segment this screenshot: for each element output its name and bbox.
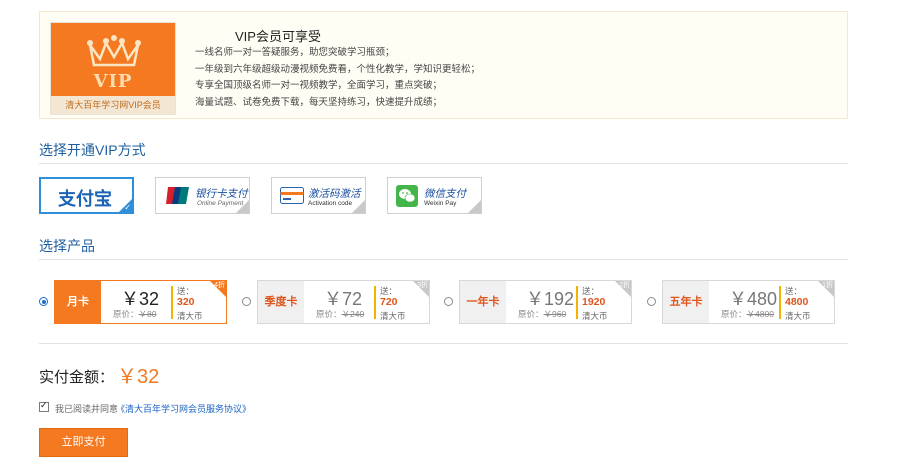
alipay-logo: 支付宝 [58, 189, 112, 210]
vip-banner: VIP 清大百年学习网VIP会员 VIP会员可享受 一线名师一对一答疑服务，助您… [39, 11, 848, 119]
vip-benefits-title: VIP会员可享受 [235, 29, 321, 44]
vip-badge-text: VIP [93, 71, 133, 92]
total-amount: ￥32 [117, 366, 160, 388]
product-radio-five-year[interactable] [647, 297, 656, 306]
wechat-sublabel: Weixin Pay [424, 200, 457, 207]
product-radio-quarter[interactable] [242, 297, 251, 306]
unselected-corner [468, 200, 481, 213]
product-card-quarter[interactable]: 季度卡 ￥72 原价：￥240 送： 720 清大币 3折 [257, 280, 430, 324]
bonus-unit: 清大币 [177, 311, 203, 321]
product-name: 月卡 [55, 281, 101, 323]
product-card-year[interactable]: 一年卡 ￥192 原价：￥960 送： 1920 清大币 2折 [459, 280, 632, 324]
agreement-text: 我已阅读并同意 [55, 404, 119, 414]
vip-benefit-item: 海量试题、试卷免费下载，每天坚持练习，快速提升成绩； [195, 96, 443, 108]
product-original-price: 原价：￥4800 [721, 309, 774, 319]
bonus-unit: 清大币 [582, 311, 608, 321]
section-divider [39, 343, 848, 344]
product-card-five-year[interactable]: 五年卡 ￥480 原价：￥4800 送： 4800 清大币 1折 [662, 280, 835, 324]
discount-badge: 2折 [619, 282, 630, 289]
vip-benefit-item: 一年级到六年级超级动漫视频免费看，个性化教学，学知识更轻松； [195, 63, 481, 75]
vip-badge: VIP 清大百年学习网VIP会员 [50, 22, 176, 115]
bonus-value: 4800 [785, 296, 809, 308]
crown-icon [87, 35, 141, 67]
product-name: 五年卡 [663, 281, 709, 323]
product-radio-year[interactable] [444, 297, 453, 306]
unselected-corner [352, 200, 365, 213]
section-divider [39, 163, 848, 164]
product-section-title: 选择产品 [39, 238, 95, 254]
vip-benefit-item: 一线名师一对一答疑服务，助您突破学习瓶颈； [195, 47, 395, 58]
product-radio-month[interactable] [39, 297, 48, 306]
product-original-price: 原价：￥240 [316, 309, 365, 319]
bonus-value: 1920 [582, 296, 606, 308]
vip-benefit-item: 专享全国顶级名师一对一视频教学，全面学习，重点突破； [195, 80, 443, 91]
bankcard-label: 银行卡支付 [195, 188, 248, 200]
card-icon [280, 187, 304, 204]
product-name: 季度卡 [258, 281, 304, 323]
activation-sublabel: Activation code [308, 200, 353, 207]
product-original-price: 原价：￥960 [518, 309, 567, 319]
wechat-label: 微信支付 [424, 188, 466, 200]
agreement-checkbox[interactable] [39, 400, 49, 412]
activation-label: 激活码激活 [308, 188, 361, 200]
bonus-unit: 清大币 [380, 311, 406, 321]
bonus-value: 720 [380, 296, 398, 308]
bonus-divider [171, 286, 173, 319]
agreement-link[interactable]: 《清大百年学习网会员服务协议》 [116, 402, 251, 415]
wechat-icon [396, 185, 418, 207]
bonus-unit: 清大币 [785, 311, 811, 321]
total-label: 实付金额： [39, 369, 115, 386]
discount-badge: 1折 [822, 282, 833, 289]
unionpay-icon [166, 187, 189, 204]
section-divider [39, 259, 848, 260]
product-card-month[interactable]: 月卡 ￥32 原价：￥80 送： 320 清大币 4折 [54, 280, 227, 324]
discount-badge: 4折 [214, 282, 225, 289]
pay-method-activation[interactable]: 激活码激活 Activation code [271, 177, 366, 214]
pay-method-bankcard[interactable]: 银行卡支付 Online Payment [155, 177, 250, 214]
vip-badge-caption: 清大百年学习网VIP会员 [51, 96, 175, 114]
unselected-corner [236, 200, 249, 213]
product-name: 一年卡 [460, 281, 506, 323]
bonus-divider [779, 286, 781, 319]
pay-now-button[interactable]: 立即支付 [39, 428, 128, 457]
check-icon: ✓ [124, 203, 131, 212]
bonus-value: 320 [177, 296, 195, 308]
payment-section-title: 选择开通VIP方式 [39, 142, 146, 158]
vip-benefits-list: 一线名师一对一答疑服务，助您突破学习瓶颈； 一年级到六年级超级动漫视频免费看，个… [195, 45, 480, 111]
discount-badge: 3折 [417, 282, 428, 289]
product-original-price: 原价：￥80 [113, 309, 157, 319]
pay-method-alipay[interactable]: 支付宝 ✓ [39, 177, 134, 214]
bonus-divider [374, 286, 376, 319]
pay-method-wechat[interactable]: 微信支付 Weixin Pay [387, 177, 482, 214]
bonus-divider [576, 286, 578, 319]
